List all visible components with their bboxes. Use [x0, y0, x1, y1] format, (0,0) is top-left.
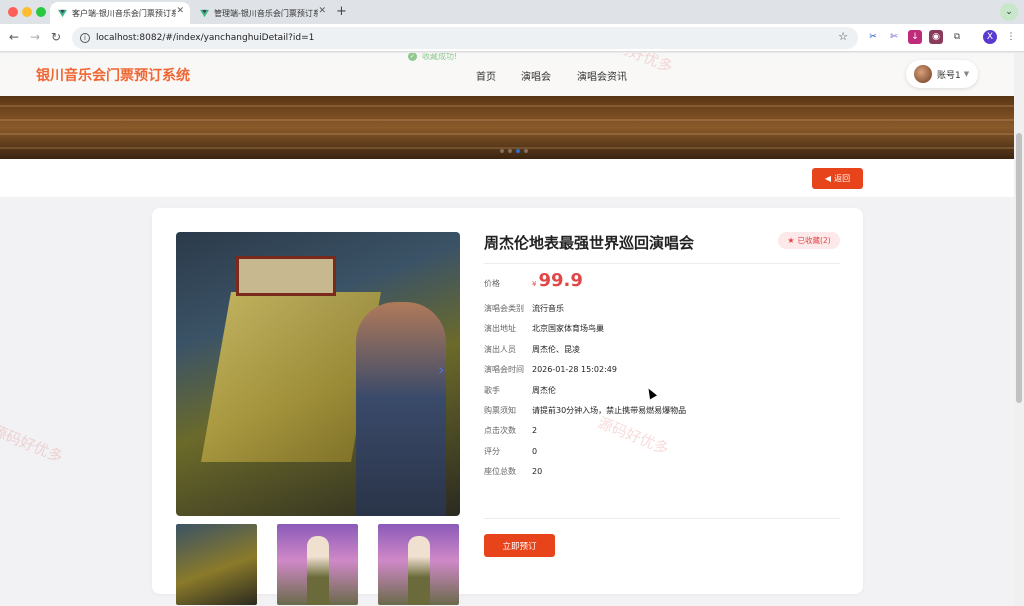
divider [484, 263, 840, 264]
site-logo[interactable]: 银川音乐会门票预订系统 [36, 65, 190, 85]
close-window-button[interactable] [8, 7, 18, 17]
price-label: 价格 [484, 279, 500, 288]
reload-icon[interactable]: ↻ [51, 30, 61, 44]
browser-tab-admin[interactable]: 管理端-银川音乐会门票预订系统 ✕ [192, 2, 332, 24]
vue-logo-icon [58, 9, 67, 17]
scissors-extension-icon[interactable]: ✂ [866, 30, 880, 44]
currency-symbol: ¥ [532, 280, 537, 288]
browser-tab-client[interactable]: 客户端-银川音乐会门票预订系统 ✕ [50, 2, 190, 24]
field-category: 演唱会类别 流行音乐 [484, 304, 564, 313]
account-name: 账号1 [937, 70, 961, 81]
close-tab-icon[interactable]: ✕ [318, 6, 326, 16]
concert-poster-image: › [176, 232, 460, 516]
close-tab-icon[interactable]: ✕ [176, 6, 184, 16]
back-button-label: 返回 [834, 174, 851, 183]
page-scrollbar[interactable] [1014, 53, 1024, 606]
scrollbar-thumb[interactable] [1016, 133, 1022, 403]
address-bar[interactable]: i localhost:8082/#/index/yanchanghuiDeta… [72, 27, 858, 49]
maximize-window-button[interactable] [36, 7, 46, 17]
carousel-dot[interactable] [524, 149, 528, 153]
success-toast: ✓ 收藏成功! [408, 53, 457, 62]
concert-title: 周杰伦地表最强世界巡回演唱会 [484, 234, 695, 252]
minimize-window-button[interactable] [22, 7, 32, 17]
field-seats: 座位总数 20 [484, 467, 543, 476]
bookmark-star-icon[interactable]: ☆ [838, 30, 848, 43]
page-viewport: 银川音乐会门票预订系统 ✓ 收藏成功! 首页 演唱会 演唱会资讯 账号1 ▼ ◀… [0, 53, 1014, 606]
field-time: 演唱会时间 2026-01-28 15:02:49 [484, 365, 617, 374]
price-value: 99.9 [538, 270, 583, 291]
thumbnail-1[interactable] [176, 524, 257, 605]
download-extension-icon[interactable]: ↓ [908, 30, 922, 44]
carousel-dot[interactable] [500, 149, 504, 153]
avatar [914, 65, 932, 83]
forward-arrow-icon[interactable]: → [30, 30, 40, 44]
nav-item-news[interactable]: 演唱会资讯 [577, 68, 627, 83]
favorite-button[interactable]: ★ 已收藏(2) [778, 232, 840, 249]
thumbnail-3[interactable] [378, 524, 459, 605]
concert-detail-card: › 周杰伦地表最强世界巡回演唱会 ★ 已收藏(2) 价格 ¥ 99.9 演唱会类… [152, 208, 863, 605]
toast-text: 收藏成功! [422, 53, 458, 61]
url-text: localhost:8082/#/index/yanchanghuiDetail… [96, 33, 315, 43]
book-now-button[interactable]: 立即预订 [484, 534, 555, 557]
nav-item-concerts[interactable]: 演唱会 [521, 68, 551, 83]
extensions-puzzle-icon[interactable]: ⧉ [950, 30, 964, 44]
favorite-label: 已收藏(2) [797, 236, 831, 245]
browser-tab-strip: 客户端-银川音乐会门票预订系统 ✕ 管理端-银川音乐会门票预订系统 ✕ + ⌄ [0, 0, 1024, 24]
nav-item-home[interactable]: 首页 [476, 68, 496, 83]
field-address: 演出地址 北京国家体育场鸟巢 [484, 324, 604, 333]
vue-logo-icon [200, 9, 209, 17]
field-rating: 评分 0 [484, 447, 538, 456]
tab-title: 客户端-银川音乐会门票预订系统 [72, 8, 176, 18]
price-row: 价格 ¥ 99.9 [484, 270, 583, 291]
field-clicks: 点击次数 2 [484, 426, 538, 435]
cut-extension-icon[interactable]: ✄ [887, 30, 901, 44]
back-button[interactable]: ◀ 返回 [812, 168, 863, 189]
star-icon: ★ [787, 236, 795, 245]
divider [484, 518, 840, 519]
tab-title: 管理端-银川音乐会门票预订系统 [214, 8, 318, 18]
carousel-dot[interactable] [508, 149, 512, 153]
thumbnail-2[interactable] [277, 524, 358, 605]
carousel-dot-active[interactable] [516, 149, 520, 153]
site-info-icon[interactable]: i [80, 33, 90, 43]
site-header: 银川音乐会门票预订系统 ✓ 收藏成功! 首页 演唱会 演唱会资讯 账号1 ▼ [0, 53, 1014, 96]
next-image-chevron-icon[interactable]: › [438, 360, 444, 379]
caret-left-icon: ◀ [824, 174, 832, 183]
check-icon: ✓ [408, 53, 417, 61]
tab-search-chevron-icon[interactable]: ⌄ [1000, 3, 1018, 21]
more-menu-icon[interactable]: ⋮ [1004, 30, 1018, 44]
watermark-text: 源码好优多 [0, 421, 66, 467]
account-menu[interactable]: 账号1 ▼ [906, 60, 978, 88]
back-bar: ◀ 返回 [0, 159, 1014, 197]
robot-extension-icon[interactable]: ◉ [929, 30, 943, 44]
back-arrow-icon[interactable]: ← [9, 30, 19, 44]
field-singer: 歌手 周杰伦 [484, 386, 556, 395]
field-performers: 演出人员 周杰伦、昆凌 [484, 345, 580, 354]
field-notice: 购票须知 请提前30分钟入场，禁止携带易燃易爆物品 [484, 406, 687, 415]
profile-avatar[interactable]: X [983, 30, 997, 44]
new-tab-button[interactable]: + [336, 4, 347, 19]
browser-toolbar: ← → ↻ i localhost:8082/#/index/yanchangh… [0, 24, 1024, 52]
caret-down-icon: ▼ [963, 70, 970, 78]
